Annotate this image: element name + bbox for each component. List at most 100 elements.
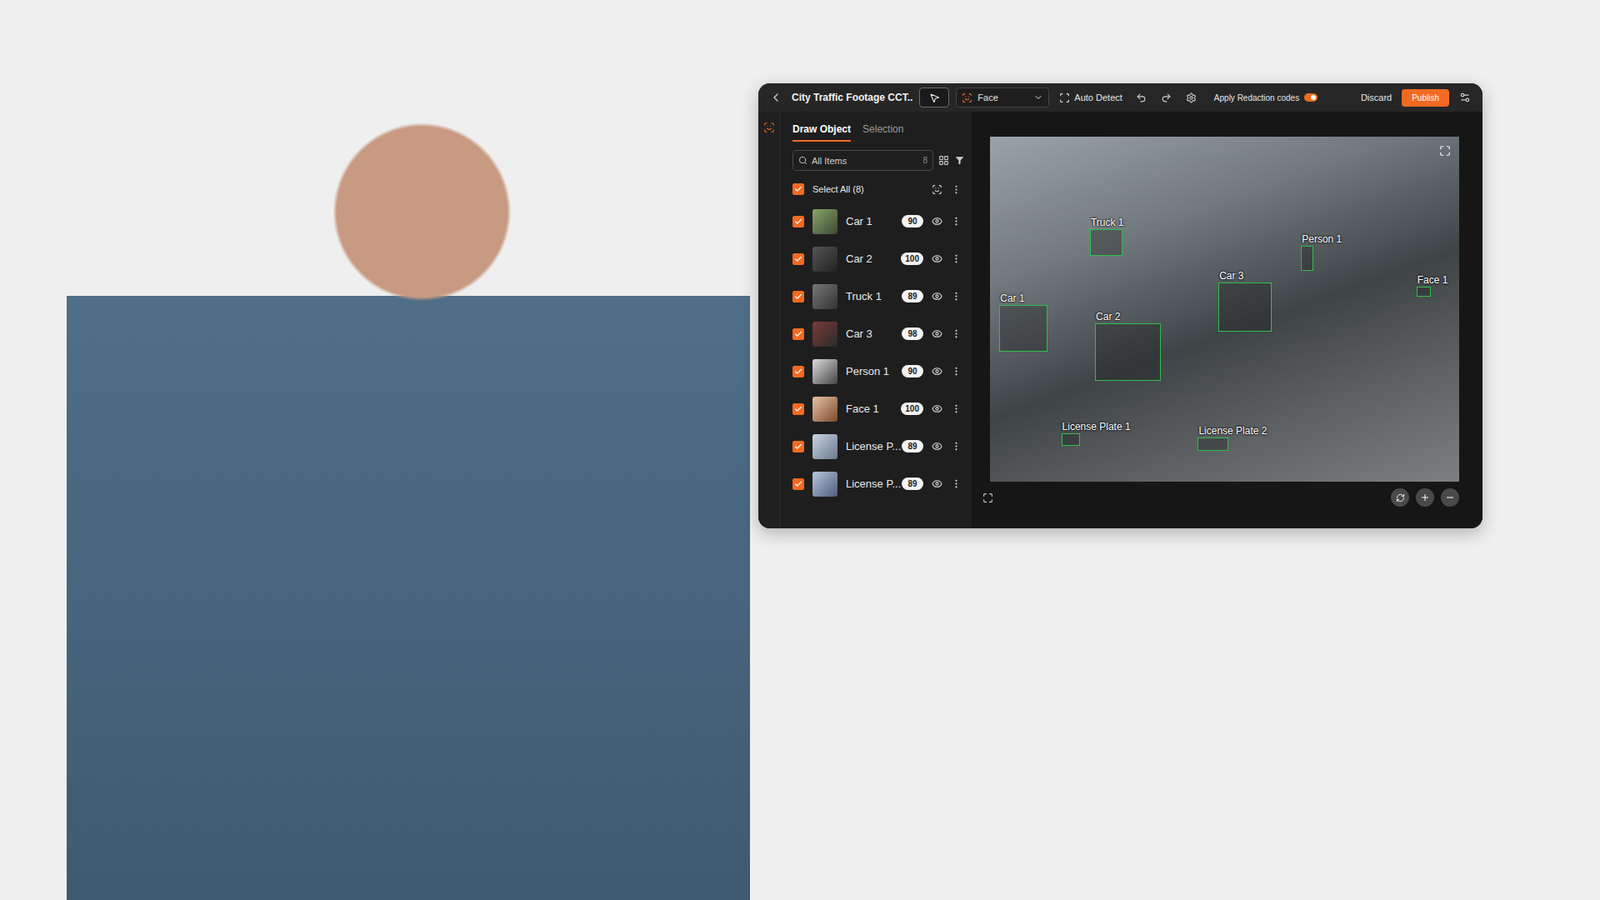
object-checkbox[interactable] [792, 440, 805, 453]
object-row[interactable]: License P...89 [792, 465, 965, 503]
eye-icon[interactable] [931, 403, 943, 415]
object-row[interactable]: Person 190 [792, 352, 965, 390]
reset-button[interactable] [1390, 488, 1410, 507]
discard-button[interactable]: Discard [1357, 90, 1395, 105]
check-icon [794, 255, 803, 264]
select-all-checkbox[interactable] [792, 183, 805, 195]
eye-icon[interactable] [931, 440, 943, 452]
redo-icon [1160, 92, 1172, 104]
check-icon [794, 185, 803, 194]
object-row[interactable]: License P... 89 [792, 427, 965, 465]
score-badge: 100 [900, 252, 924, 265]
annotation-box[interactable]: Car 3 [1218, 282, 1272, 332]
settings-button[interactable] [1182, 88, 1201, 107]
annotation-box[interactable]: Truck 1 [1090, 229, 1123, 256]
check-icon [794, 367, 803, 376]
eye-icon[interactable] [931, 253, 943, 265]
video-frame[interactable]: Truck 1 Person 1 Car 3 Face 1 Car 1 Car 2 Lice… [990, 136, 1460, 482]
more-icon[interactable] [950, 290, 962, 302]
eye-icon[interactable] [931, 365, 943, 377]
annotation-label: Person 1 [1301, 233, 1342, 245]
object-checkbox[interactable] [792, 253, 805, 265]
object-name: Truck 1 [845, 290, 894, 303]
more-icon[interactable] [950, 403, 962, 415]
object-row[interactable]: Car 3 98 [792, 315, 965, 353]
panel-tab[interactable]: Draw Object [792, 120, 851, 142]
annotation-label: License Plate 2 [1198, 425, 1267, 437]
object-row[interactable]: Face 1100 [792, 390, 965, 428]
gear-icon [1185, 92, 1197, 104]
annotation-label: Car 2 [1095, 310, 1120, 323]
search-icon [798, 155, 808, 165]
pointer-tool[interactable] [919, 87, 950, 108]
eye-icon[interactable] [931, 328, 943, 340]
search-count: 8 [922, 155, 928, 165]
chevron-left-icon [769, 90, 783, 105]
page: City Traffic Footage CCT..FaceAuto Detec… [0, 0, 1600, 900]
annotation-box[interactable]: Person 1 [1300, 245, 1314, 270]
fullscreen-icon [982, 492, 994, 504]
eye-icon[interactable] [931, 215, 943, 227]
minus-icon [1445, 492, 1455, 503]
more-icon[interactable] [950, 478, 962, 490]
object-name: Person 1 [845, 365, 894, 378]
object-name: Car 3 [845, 327, 894, 340]
object-row[interactable]: Truck 189 [792, 277, 965, 315]
annotation-box[interactable]: Face 1 [1416, 286, 1431, 297]
undo-button[interactable] [1132, 88, 1151, 107]
check-icon [794, 217, 803, 226]
more-icon[interactable] [950, 253, 962, 265]
more-icon[interactable] [950, 365, 962, 377]
redaction-toggle[interactable]: Apply Redaction codes [1214, 93, 1318, 103]
eye-icon[interactable] [931, 290, 943, 302]
object-checkbox[interactable] [792, 478, 805, 490]
object-name: Face 1 [845, 402, 893, 415]
object-name: License P... [845, 440, 894, 453]
zoom-in-button[interactable] [1415, 488, 1435, 507]
canvas-area: Truck 1 Person 1 Car 3 Face 1 Car 1 Car 2 Lice… [971, 111, 1483, 529]
fullscreen-button[interactable] [978, 488, 997, 507]
annotation-box[interactable]: License Plate 1 [1061, 433, 1080, 446]
toggle-switch[interactable] [1304, 93, 1318, 102]
more-icon[interactable] [950, 184, 962, 195]
preferences-button[interactable] [1455, 88, 1475, 107]
search-placeholder: All Items [811, 155, 919, 166]
more-icon[interactable] [950, 440, 962, 452]
mode-dropdown[interactable]: Face [955, 87, 1050, 108]
back-button[interactable] [766, 88, 785, 107]
select-all-row[interactable]: Select All (8) [792, 175, 965, 203]
redact-icon[interactable] [763, 121, 775, 134]
annotation-box[interactable]: Car 1 [999, 305, 1047, 352]
more-icon[interactable] [950, 215, 962, 227]
search-field[interactable]: All Items8 [792, 150, 934, 171]
object-row[interactable]: Car 190 [792, 202, 965, 240]
object-checkbox[interactable] [792, 403, 805, 415]
chevron-down-icon [1033, 92, 1044, 103]
eye-icon[interactable] [931, 478, 943, 490]
annotation-box[interactable]: Car 2 [1095, 323, 1161, 381]
scan-face-icon[interactable] [931, 184, 943, 195]
search-row: All Items8 [792, 150, 965, 171]
more-icon[interactable] [950, 328, 962, 340]
auto-detect-button[interactable]: Auto Detect [1055, 90, 1125, 105]
publish-button[interactable]: Publish [1401, 89, 1450, 107]
object-checkbox[interactable] [792, 215, 805, 228]
panel-tabs: Draw Object Selection [792, 120, 965, 142]
frame-expand[interactable] [1439, 145, 1451, 160]
object-row[interactable]: Car 2 100 [792, 240, 965, 278]
zoom-out-button[interactable] [1440, 488, 1460, 507]
panel-tab[interactable]: Selection [862, 120, 904, 142]
filter-icon[interactable] [954, 155, 965, 166]
object-thumbnail [812, 396, 838, 422]
object-name: Car 2 [845, 252, 893, 265]
object-checkbox[interactable] [792, 328, 805, 340]
redo-button[interactable] [1157, 88, 1176, 107]
object-checkbox[interactable] [792, 365, 805, 378]
annotation-label: Car 1 [1000, 292, 1025, 305]
annotation-box[interactable]: License Plate 2 [1197, 437, 1229, 451]
grid-icon[interactable] [938, 155, 950, 166]
score-badge: 98 [901, 327, 924, 340]
object-checkbox[interactable] [792, 290, 805, 303]
canvas-controls [978, 481, 1460, 507]
score-badge: 89 [901, 440, 924, 453]
